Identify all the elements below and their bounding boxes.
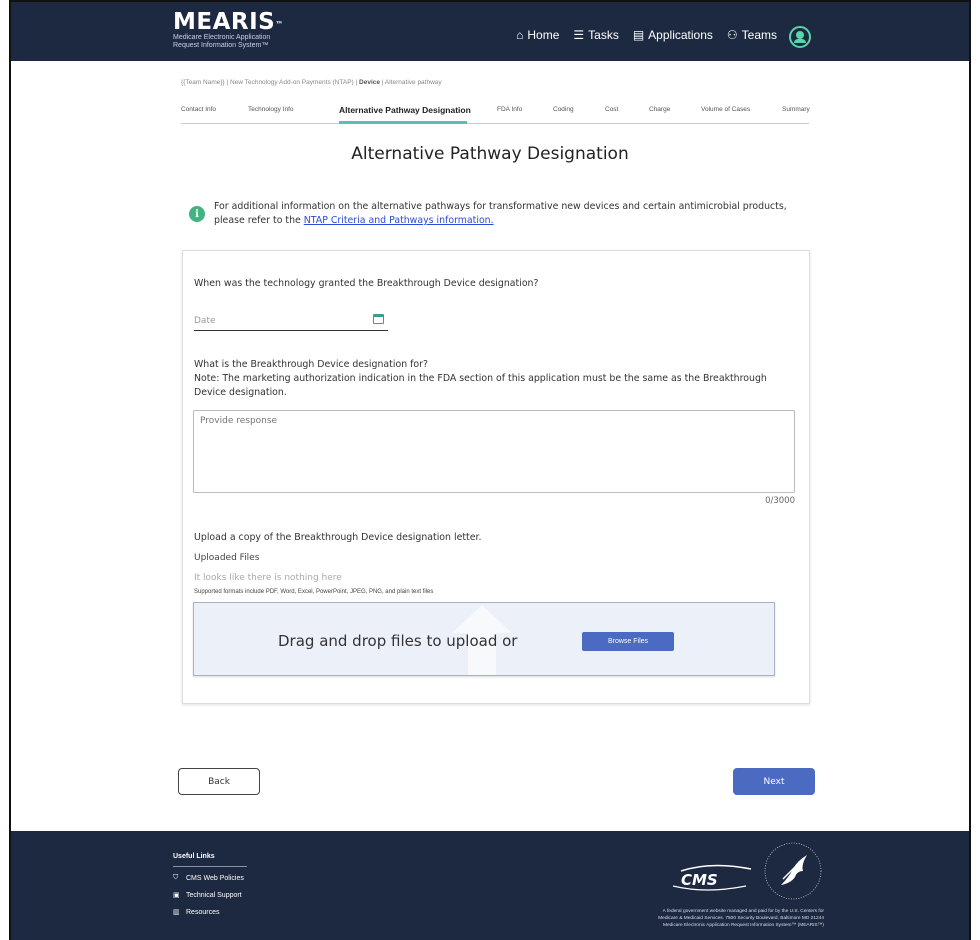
disclaimer-line-1: A federal government website managed and… <box>662 909 824 914</box>
back-button[interactable]: Back <box>178 768 260 795</box>
response-textarea[interactable] <box>193 410 795 493</box>
disclaimer-line-3: Medicare Electronic Application Request … <box>662 923 824 928</box>
step-tabs: Contact Info Technology Info Alternative… <box>181 105 810 124</box>
tab-volume-of-cases[interactable]: Volume of Cases <box>701 106 750 113</box>
character-count: 0/3000 <box>765 496 795 506</box>
books-icon: ▥ <box>173 909 180 916</box>
logo-tm: ™ <box>275 20 284 29</box>
mearis-logo[interactable]: MEARIS™ Medicare Electronic Application … <box>173 11 284 50</box>
tab-cost[interactable]: Cost <box>605 106 618 113</box>
date-field[interactable]: Date <box>194 311 388 331</box>
tasks-icon: ☰ <box>573 28 585 42</box>
form-card: When was the technology granted the Brea… <box>182 250 810 704</box>
main-nav: ⌂ Home ☰ Tasks ▤ Applications ⚇ Teams <box>516 28 777 42</box>
active-tab-indicator <box>339 121 467 124</box>
disclaimer-line-2: Medicare & Medicaid Services. 7500 Secur… <box>658 916 824 921</box>
clipboard-icon: ▤ <box>632 28 645 42</box>
shield-icon: ⛉ <box>173 874 179 881</box>
cms-logo: CMS <box>672 864 752 891</box>
teams-icon: ⚇ <box>726 28 738 42</box>
footer-disclaimer: A federal government website managed and… <box>604 908 824 929</box>
tab-fda-info[interactable]: FDA Info <box>497 106 522 113</box>
footer: Useful Links ⛉ CMS Web Policies ▣ Technica… <box>11 831 969 940</box>
tab-technology-info[interactable]: Technology Info <box>248 106 294 113</box>
cms-logo-text: CMS <box>681 871 718 889</box>
nav-teams-label: Teams <box>741 28 777 42</box>
uploaded-files-heading: Uploaded Files <box>194 553 260 563</box>
info-icon: i <box>189 206 205 222</box>
page-frame: MEARIS™ Medicare Electronic Application … <box>9 0 971 940</box>
support-icon: ▣ <box>173 892 180 899</box>
useful-links-divider <box>173 866 247 867</box>
logo-subtitle-1: Medicare Electronic Application <box>173 34 271 41</box>
question-designation-for-note: Note: The marketing authorization indica… <box>194 373 767 398</box>
nav-applications[interactable]: ▤ Applications <box>633 28 713 42</box>
cms-web-policies-label: CMS Web Policies <box>186 874 244 882</box>
nav-home-label: Home <box>527 28 560 42</box>
home-icon: ⌂ <box>516 28 524 42</box>
top-header: MEARIS™ Medicare Electronic Application … <box>11 2 969 61</box>
browse-files-button[interactable]: Browse Files <box>582 632 674 651</box>
technical-support-label: Technical Support <box>186 891 242 899</box>
breadcrumb-prefix: {{Team Name}} | New Technology Add-on Pa… <box>181 79 360 86</box>
page-title: Alternative Pathway Designation <box>351 144 629 164</box>
user-avatar-icon[interactable] <box>789 26 811 48</box>
cms-web-policies-link[interactable]: ⛉ CMS Web Policies <box>173 874 244 882</box>
logo-name: MEARIS <box>173 9 276 35</box>
info-message: For additional information on the altern… <box>214 200 814 228</box>
calendar-icon[interactable] <box>373 314 384 324</box>
ntap-criteria-link[interactable]: NTAP Criteria and Pathways information. <box>304 215 494 226</box>
supported-formats-text: Supported formats include PDF, Word, Exc… <box>194 589 434 595</box>
upload-label: Upload a copy of the Breakthrough Device… <box>194 532 482 543</box>
nav-tasks-label: Tasks <box>588 28 619 42</box>
breadcrumb-suffix: | Alternative pathway <box>379 79 442 86</box>
nav-applications-label: Applications <box>648 28 713 42</box>
tab-charge[interactable]: Charge <box>649 106 670 113</box>
useful-links-heading: Useful Links <box>173 853 215 860</box>
nav-teams[interactable]: ⚇ Teams <box>727 28 777 42</box>
breadcrumb-current: Device <box>359 79 380 86</box>
nav-tasks[interactable]: ☰ Tasks <box>573 28 618 42</box>
tab-contact-info[interactable]: Contact Info <box>181 106 216 113</box>
question-designation-for-line1: What is the Breakthrough Device designat… <box>194 359 428 370</box>
info-message-text: For additional information on the altern… <box>214 201 787 226</box>
hhs-seal-icon <box>764 842 822 900</box>
file-dropzone[interactable]: Drag and drop files to upload or Browse … <box>193 602 775 676</box>
tab-summary[interactable]: Summary <box>782 106 810 113</box>
date-placeholder: Date <box>194 316 216 326</box>
tab-coding[interactable]: Coding <box>553 106 574 113</box>
logo-subtitle-2: Request Information System™ <box>173 42 269 49</box>
nav-home[interactable]: ⌂ Home <box>516 28 559 42</box>
technical-support-link[interactable]: ▣ Technical Support <box>173 891 242 900</box>
empty-files-text: It looks like there is nothing here <box>194 573 342 583</box>
resources-label: Resources <box>186 908 220 916</box>
question-designation-date: When was the technology granted the Brea… <box>194 278 539 289</box>
question-designation-for: What is the Breakthrough Device designat… <box>194 358 774 400</box>
upload-arrow-icon <box>452 605 512 633</box>
dropzone-text: Drag and drop files to upload or <box>278 632 518 650</box>
next-button[interactable]: Next <box>733 768 815 795</box>
tab-alternative-pathway[interactable]: Alternative Pathway Designation <box>339 105 471 115</box>
breadcrumb: {{Team Name}} | New Technology Add-on Pa… <box>181 79 442 86</box>
resources-link[interactable]: ▥ Resources <box>173 908 220 917</box>
